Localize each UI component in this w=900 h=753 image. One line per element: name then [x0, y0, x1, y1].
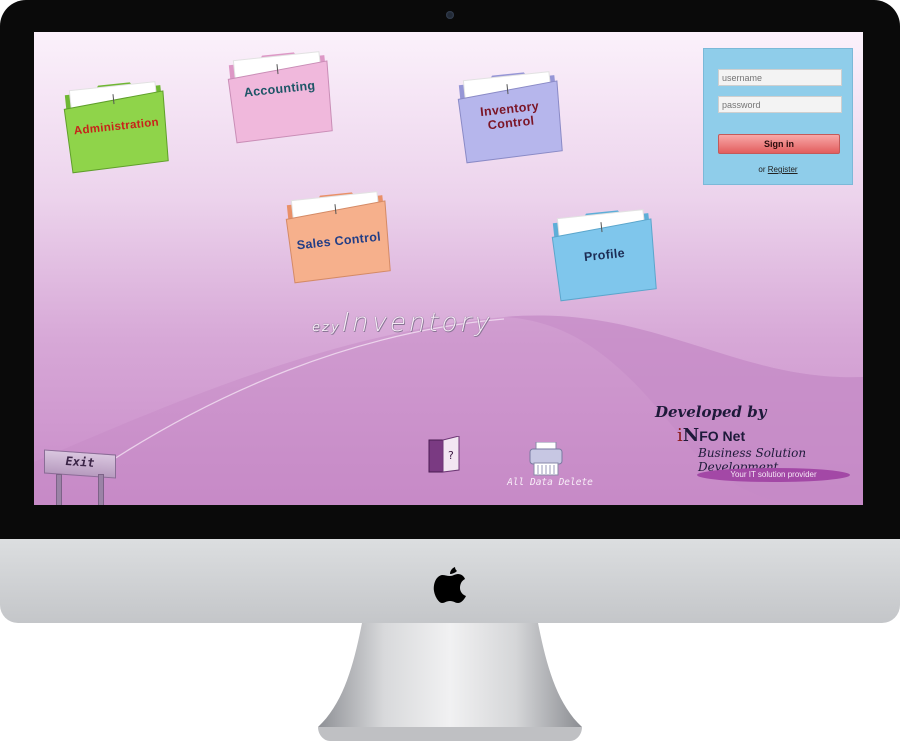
- folder-profile[interactable]: Profile: [548, 201, 661, 302]
- folder-administration[interactable]: Administration: [60, 73, 173, 174]
- svg-text:?: ?: [448, 449, 454, 462]
- logo-prefix: ezy: [310, 320, 343, 335]
- register-link[interactable]: Register: [768, 165, 798, 174]
- app-logo: ezyInventory: [310, 308, 496, 338]
- exit-post-left: [56, 474, 62, 505]
- folder-sales-control[interactable]: Sales Control: [282, 183, 395, 284]
- company-name: iNFO Net: [677, 425, 745, 446]
- monitor-chin: [0, 539, 900, 623]
- folder-inventory-control[interactable]: Inventory Control: [454, 63, 567, 164]
- logo-main: Inventory: [338, 308, 496, 338]
- register-line: or Register: [704, 165, 852, 174]
- shredder-icon[interactable]: [528, 442, 564, 476]
- monitor-stand: [318, 623, 582, 741]
- password-input[interactable]: [718, 96, 842, 113]
- delete-label: All Data Delete: [507, 477, 593, 488]
- app-screen: Administration Accounting Inventory Cont…: [34, 32, 863, 505]
- company-slogan: Your IT solution provider: [697, 468, 850, 482]
- apple-logo-icon: [433, 567, 466, 603]
- company-rest: FO Net: [699, 428, 746, 444]
- or-text: or: [758, 165, 766, 174]
- camera-icon: [446, 11, 454, 19]
- exit-post-right: [98, 474, 104, 505]
- folder-accounting[interactable]: Accounting: [224, 43, 337, 144]
- help-book-icon[interactable]: ?: [427, 436, 461, 474]
- login-panel: Sign in or Register: [703, 48, 853, 185]
- company-n: N: [682, 425, 700, 446]
- exit-button[interactable]: Exit: [44, 449, 116, 505]
- signin-button[interactable]: Sign in: [718, 134, 840, 154]
- developed-by-text: Developed by: [655, 403, 767, 421]
- username-input[interactable]: [718, 69, 842, 86]
